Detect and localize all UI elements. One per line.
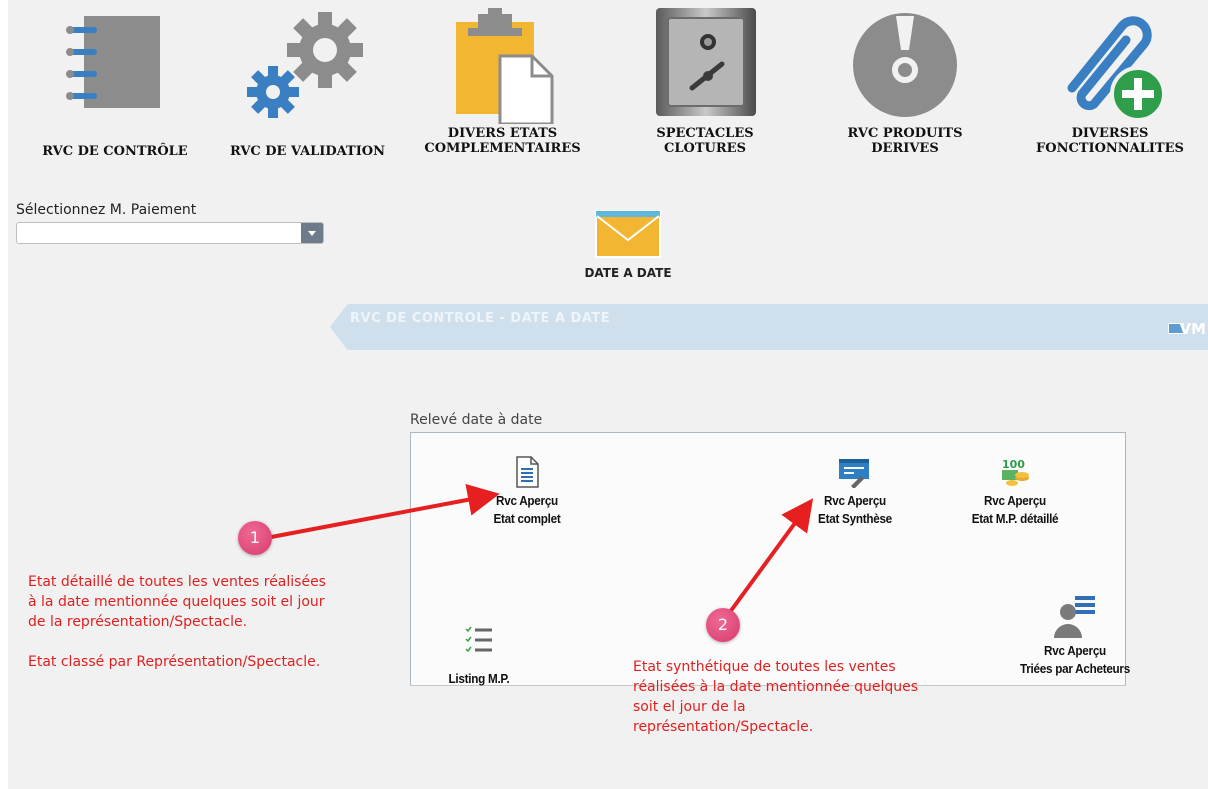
listing-mp[interactable]: Listing M.P. xyxy=(434,624,524,688)
safe-icon xyxy=(656,8,756,116)
rvc-apercu-etat-complet[interactable]: Rvc Aperçu Etat complet xyxy=(462,456,592,528)
toolbar-item-spectacles-clotures[interactable]: SPECTACLES CLOTURES xyxy=(620,0,790,170)
item-line1: Listing M.P. xyxy=(448,671,510,686)
annotation-marker-1: 1 xyxy=(238,521,272,555)
toolbar-item-rvc-validation[interactable]: RVC DE VALIDATION xyxy=(215,0,400,170)
annotation-marker-2: 2 xyxy=(706,608,740,642)
item-line2: Etat Synthèse xyxy=(818,511,892,526)
toolbar-item-label: SPECTACLES CLOTURES xyxy=(656,126,754,156)
item-line1: Rvc Aperçu xyxy=(496,493,558,508)
rvc-apercu-etat-synthese[interactable]: Rvc Aperçu Etat Synthèse xyxy=(790,456,920,528)
item-line1: Rvc Aperçu xyxy=(824,493,886,508)
toolbar-item-label: DIVERS ETATS COMPLEMENTAIRES xyxy=(424,126,581,156)
rvc-apercu-etat-mp-detaille[interactable]: 100 Rvc Aperçu Etat M.P. détaillé xyxy=(955,456,1075,528)
svg-text:100: 100 xyxy=(1002,458,1025,471)
toolbar-item-label: RVC DE VALIDATION xyxy=(229,144,385,159)
checklist-icon xyxy=(465,626,492,653)
user-list-icon xyxy=(1054,596,1095,638)
banner-title: RVC DE CONTROLE - DATE A DATE xyxy=(350,311,611,326)
item-line1: Rvc Aperçu xyxy=(1044,643,1106,658)
payment-select[interactable] xyxy=(16,222,324,244)
toolbar-item-label: RVC DE CONTRÔLE xyxy=(42,144,188,159)
date-a-date-label: DATE A DATE xyxy=(584,266,672,280)
payment-select-label: Sélectionnez M. Paiement xyxy=(16,202,197,218)
toolbar-item-rvc-controle[interactable]: RVC DE CONTRÔLE xyxy=(30,0,200,170)
money-icon: 100 xyxy=(1002,458,1029,486)
item-line2: Etat complet xyxy=(493,511,561,526)
banner-right-text: VM xyxy=(1179,320,1206,338)
chevron-down-icon[interactable] xyxy=(301,223,323,243)
annotation-note-2: Etat synthétique de toutes les ventes ré… xyxy=(633,659,919,735)
disc-icon xyxy=(853,13,957,117)
toolbar-item-diverses-fonctionnalites[interactable]: DIVERSES FONCTIONNALITES xyxy=(1020,0,1200,170)
gears-icon xyxy=(247,12,363,118)
toolbar-item-label: RVC PRODUITS DERIVES xyxy=(847,126,963,156)
notebook-icon xyxy=(66,16,160,108)
releve-title: Relevé date à date xyxy=(410,412,543,428)
item-line1: Rvc Aperçu xyxy=(984,493,1046,508)
clipboard-icon xyxy=(456,8,554,124)
toolbar-item-divers-etats[interactable]: DIVERS ETATS COMPLEMENTAIRES xyxy=(410,0,595,170)
toolbar-item-rvc-produits-derives[interactable]: RVC PRODUITS DERIVES xyxy=(820,0,990,170)
rvc-apercu-triees-par-acheteurs[interactable]: Rvc Aperçu Triées par Acheteurs xyxy=(1000,594,1150,678)
item-line2: Etat M.P. détaillé xyxy=(971,511,1059,526)
section-banner: RVC DE CONTROLE - DATE A DATE VM xyxy=(330,304,1208,350)
date-a-date-button[interactable]: DATE A DATE xyxy=(578,210,678,280)
annotation-note-1: Etat détaillé de toutes les ventes réali… xyxy=(28,574,326,670)
item-line2: Triées par Acheteurs xyxy=(1020,661,1130,676)
toolbar-item-label: DIVERSES FONCTIONNALITES xyxy=(1036,126,1184,156)
paperclip-add-icon xyxy=(1067,16,1166,122)
report-edit-icon xyxy=(839,459,869,489)
document-icon xyxy=(516,456,539,488)
envelope-icon xyxy=(595,210,661,258)
